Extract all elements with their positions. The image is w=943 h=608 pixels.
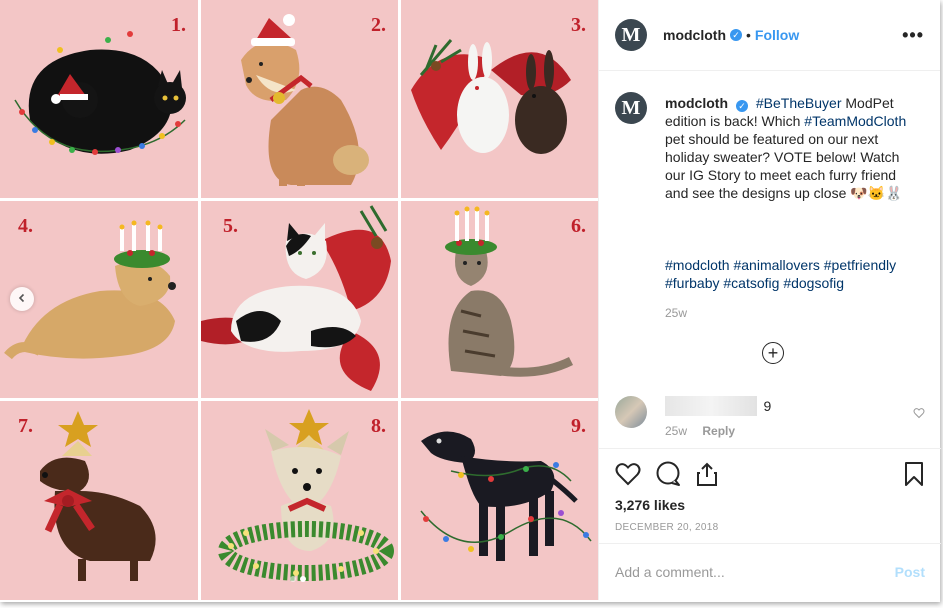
rabbits-illustration — [411, 39, 571, 154]
comment-bubble-icon[interactable] — [655, 461, 681, 487]
tabby-cat-illustration — [445, 206, 574, 377]
comment-row: 9 25w Reply — [615, 396, 925, 446]
grid-tile-tabby-cat: 6. — [401, 201, 598, 398]
comment-timestamp[interactable]: 25w — [665, 424, 687, 438]
grid-tile-black-cats: 1. — [0, 0, 198, 198]
redacted-commenter-name — [665, 396, 757, 416]
post-actions: 3,276 likes DECEMBER 20, 2018 — [599, 448, 941, 533]
caption-segment: pet should be featured on our next holid… — [665, 131, 903, 201]
carousel-dot — [290, 576, 296, 582]
carousel-prev-button[interactable] — [10, 287, 34, 311]
carousel-dot-active — [300, 576, 306, 582]
grid-tile-shiba-dog: 2. — [201, 0, 398, 198]
post-image-carousel[interactable]: 1. 2. 3. 4. 5. 6. 7. 8. 9. — [0, 0, 598, 600]
commenter-avatar[interactable] — [615, 396, 647, 428]
tile-number: 2. — [371, 14, 386, 36]
hashtag-link[interactable]: #BeTheBuyer — [756, 95, 842, 111]
comments-area[interactable]: M modcloth ✓ #BeTheBuyer ModPet edition i… — [599, 72, 941, 392]
like-count[interactable]: 3,276 likes — [615, 497, 925, 513]
carousel-indicator — [290, 576, 306, 582]
action-icons — [615, 459, 925, 489]
grid-tile-yorkie: 8. — [201, 401, 398, 600]
grid-tile-black-lab: 9. — [401, 401, 598, 600]
comment-text: 9 — [763, 398, 772, 414]
post-comment-button[interactable]: Post — [895, 564, 925, 580]
heart-icon[interactable] — [615, 462, 641, 486]
avatar-letter: M — [621, 23, 641, 46]
hashtag-link[interactable]: #petfriendly — [824, 257, 896, 273]
username-link[interactable]: modcloth — [663, 27, 726, 43]
caption-text: modcloth ✓ #BeTheBuyer ModPet edition is … — [665, 94, 920, 322]
follow-button[interactable]: Follow — [755, 27, 799, 43]
verified-badge-icon: ✓ — [736, 100, 748, 112]
separator-dot: • — [746, 27, 751, 43]
verified-badge-icon: ✓ — [730, 29, 742, 41]
hashtag-link[interactable]: #modcloth — [665, 257, 730, 273]
plus-circle-icon: + — [767, 343, 779, 363]
tile-number: 4. — [18, 215, 33, 237]
like-comment-heart-icon[interactable] — [913, 406, 925, 424]
caption-username[interactable]: modcloth — [665, 95, 728, 111]
tile-number: 7. — [18, 415, 33, 437]
caption-avatar[interactable]: M — [615, 92, 647, 124]
tile-number: 1. — [171, 14, 186, 36]
post-side-panel: M modcloth ✓ • Follow ••• M modcloth ✓ #B… — [598, 0, 941, 600]
caption: M modcloth ✓ #BeTheBuyer ModPet edition i… — [615, 92, 925, 322]
grid-tile-dachshund: 7. — [0, 401, 198, 600]
avatar[interactable]: M — [615, 19, 647, 51]
tile-number: 3. — [571, 14, 586, 36]
hashtag-link[interactable]: #TeamModCloth — [804, 113, 906, 129]
tile-number: 8. — [371, 415, 386, 437]
grid-tile-fluffy-cat: 5. — [201, 201, 398, 398]
hashtag-link[interactable]: #animallovers — [733, 257, 819, 273]
shiba-dog-illustration — [241, 14, 369, 186]
avatar-letter: M — [621, 96, 641, 119]
comment-body: 9 25w Reply — [665, 396, 771, 446]
tile-number: 9. — [571, 415, 586, 437]
yorkie-illustration — [218, 409, 394, 581]
more-options-icon[interactable]: ••• — [902, 25, 924, 46]
hashtag-link[interactable]: #catsofig — [723, 275, 779, 291]
caption-timestamp[interactable]: 25w — [665, 304, 920, 322]
hashtag-link[interactable]: #dogsofig — [783, 275, 844, 291]
black-lab-illustration — [420, 431, 592, 561]
comment-input[interactable] — [615, 564, 895, 580]
add-comment-bar: Post — [599, 543, 941, 600]
tile-number: 6. — [571, 215, 586, 237]
load-more-comments-button[interactable]: + — [762, 342, 784, 364]
instagram-post-modal: 1. 2. 3. 4. 5. 6. 7. 8. 9. M modcloth ✓ … — [0, 0, 941, 602]
hashtag-list: #modcloth #animallovers #petfriendly #fu… — [665, 256, 920, 292]
chevron-left-icon — [17, 290, 27, 308]
bookmark-icon[interactable] — [903, 461, 925, 487]
share-icon[interactable] — [695, 461, 719, 487]
post-header: M modcloth ✓ • Follow ••• — [599, 0, 940, 71]
reply-button[interactable]: Reply — [702, 424, 735, 438]
tile-number: 5. — [223, 215, 238, 237]
post-date[interactable]: DECEMBER 20, 2018 — [615, 522, 925, 533]
black-cats-illustration — [14, 31, 186, 155]
grid-tile-rabbits: 3. — [401, 0, 598, 198]
comment-meta: 25w Reply — [665, 424, 771, 438]
hashtag-link[interactable]: #furbaby — [665, 275, 719, 291]
